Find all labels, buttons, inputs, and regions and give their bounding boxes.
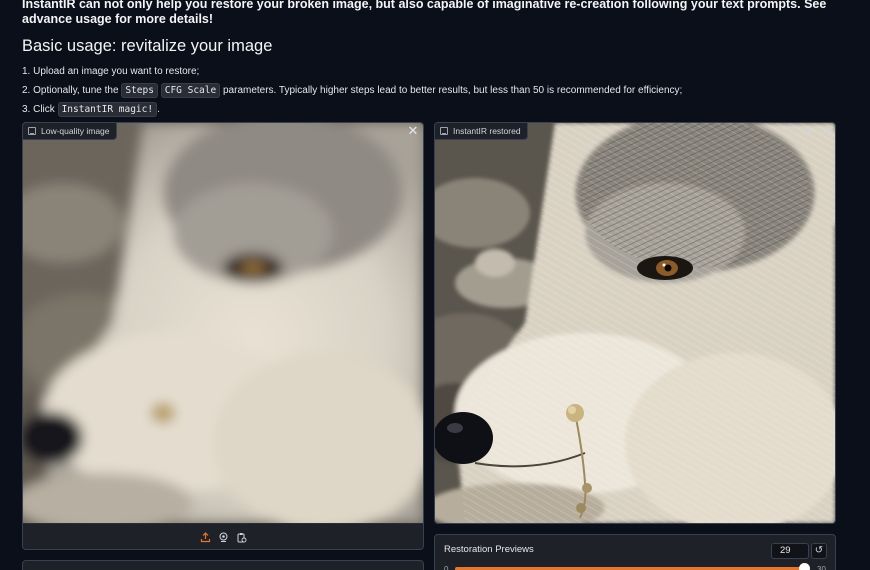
- output-toolbar: [785, 124, 833, 138]
- webcam-icon[interactable]: [217, 531, 229, 543]
- close-icon[interactable]: ✕: [406, 124, 420, 138]
- previews-slider-thumb[interactable]: [799, 563, 810, 570]
- slider-max: 30: [817, 565, 826, 570]
- previews-label: Restoration Previews: [444, 544, 534, 555]
- restored-image: [435, 123, 835, 523]
- input-source-toolbar: [23, 523, 423, 549]
- input-label: Low-quality image: [23, 123, 117, 140]
- upload-icon[interactable]: [199, 531, 211, 543]
- step-3-suffix: .: [157, 104, 160, 115]
- wolf-image-sharp: [435, 123, 835, 523]
- fullscreen-icon[interactable]: [785, 124, 799, 138]
- restoration-previews: Restoration Previews 29 ↺ 0 30: [434, 534, 836, 570]
- step-2-suffix: parameters. Typically higher steps lead …: [222, 85, 683, 96]
- magic-button-code: InstantIR magic!: [57, 102, 158, 117]
- output-label-text: InstantIR restored: [453, 126, 521, 136]
- low-quality-image[interactable]: [23, 123, 423, 523]
- cfg-scale-code: CFG Scale: [160, 83, 221, 98]
- step-2: 2. Optionally, tune the Steps CFG Scale …: [22, 81, 682, 100]
- section-title: Basic usage: revitalize your image: [22, 37, 273, 55]
- clipboard-icon[interactable]: [235, 531, 247, 543]
- intro-text: InstantIR can not only help you restore …: [22, 0, 827, 26]
- output-image-panel: InstantIR restored: [434, 122, 836, 524]
- step-3: 3. Click InstantIR magic!.: [22, 100, 682, 119]
- image-icon: [28, 127, 36, 135]
- share-icon[interactable]: [819, 124, 833, 138]
- next-panel-edge: [22, 560, 424, 570]
- reset-icon[interactable]: ↺: [811, 543, 827, 559]
- image-icon: [440, 127, 448, 135]
- slider-min: 0: [444, 565, 449, 570]
- usage-steps: 1. Upload an image you want to restore; …: [22, 62, 682, 119]
- input-image-panel[interactable]: Low-quality image ✕: [22, 122, 424, 550]
- previews-number-input[interactable]: 29: [771, 543, 809, 559]
- step-3-prefix: 3. Click: [22, 104, 55, 115]
- step-1: 1. Upload an image you want to restore;: [22, 66, 200, 77]
- input-label-text: Low-quality image: [41, 126, 110, 136]
- step-2-prefix: 2. Optionally, tune the: [22, 85, 119, 96]
- wolf-image-blurry: [23, 123, 423, 523]
- steps-code: Steps: [121, 83, 158, 98]
- output-label: InstantIR restored: [435, 123, 528, 140]
- download-icon[interactable]: [802, 124, 816, 138]
